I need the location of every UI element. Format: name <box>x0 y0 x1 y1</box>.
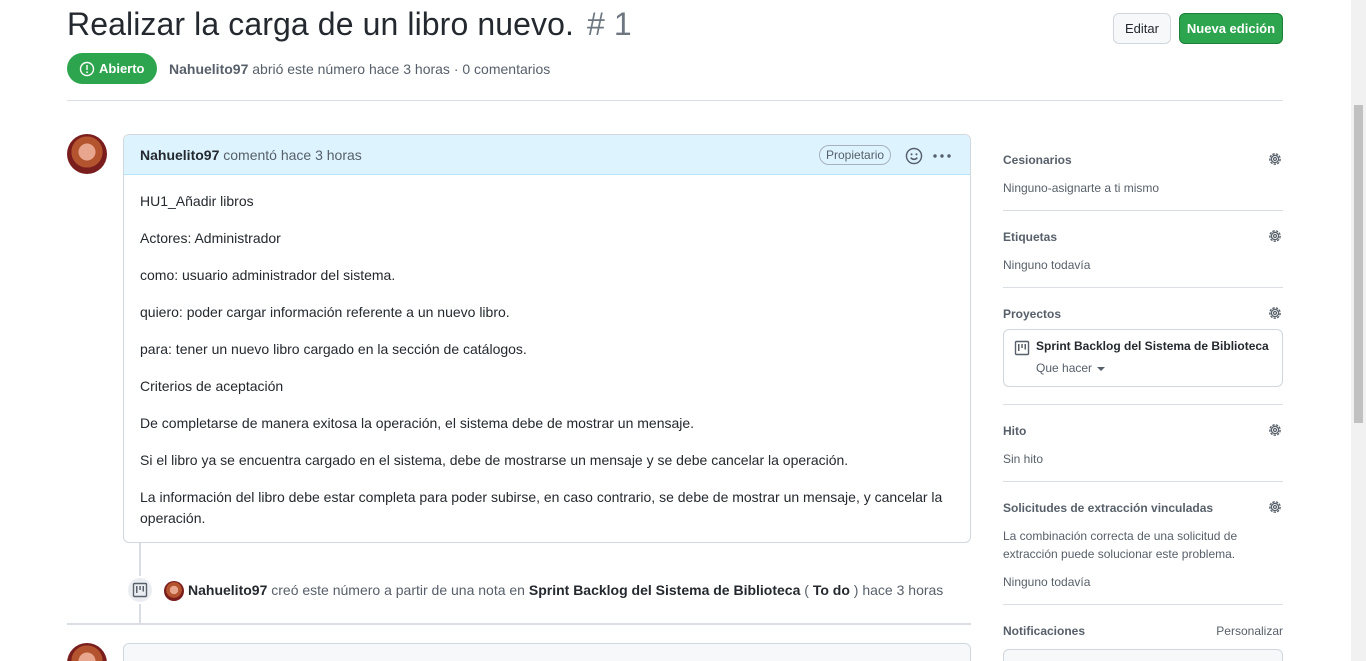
sidebar-labels-title[interactable]: Etiquetas <box>1003 230 1283 244</box>
event-text-before: creó este número a partir de una nota en <box>271 582 525 598</box>
project-icon <box>1014 340 1030 356</box>
sidebar-assignees-value[interactable]: Ninguno-asignarte a ti mismo <box>1003 179 1283 197</box>
project-column-dropdown[interactable]: Que hacer <box>1036 361 1106 375</box>
issue-title-text: Realizar la carga de un libro nuevo. <box>67 6 575 42</box>
gear-icon[interactable] <box>1267 305 1283 321</box>
issue-meta-text: abrió este número hace 3 horas · 0 comen… <box>252 61 551 77</box>
event-column: To do <box>812 582 850 598</box>
comment-meta: Nahuelito97 comentó hace 3 horas <box>140 147 362 163</box>
sidebar-linked-prs-title[interactable]: Solicitudes de extracción vinculadas <box>1003 501 1283 515</box>
sidebar-divider <box>1003 481 1283 482</box>
comment-paragraph: como: usuario administrador del sistema. <box>140 267 396 283</box>
subscribe-button[interactable] <box>1003 649 1283 661</box>
event-author-link[interactable]: Nahuelito97 <box>188 582 267 598</box>
comment-author-link[interactable]: Nahuelito97 <box>140 147 219 163</box>
issue-opened-icon <box>79 61 95 76</box>
project-name-link[interactable]: Sprint Backlog del Sistema de Biblioteca <box>1036 339 1269 353</box>
avatar[interactable] <box>67 134 107 174</box>
timeline-divider <box>67 623 971 625</box>
sidebar-linked-prs-description: La combinación correcta de una solicitud… <box>1003 529 1238 561</box>
comment-box: Nahuelito97 comentó hace 3 horas Propiet… <box>123 134 971 543</box>
status-badge: Abierto <box>67 53 157 84</box>
gear-icon[interactable] <box>1267 151 1283 167</box>
comment-time[interactable]: comentó hace 3 horas <box>223 147 362 163</box>
status-label: Abierto <box>99 61 145 76</box>
sidebar-divider <box>1003 210 1283 211</box>
gear-icon[interactable] <box>1267 422 1283 438</box>
avatar[interactable] <box>164 581 184 601</box>
sidebar-labels-value: Ninguno todavía <box>1003 258 1091 272</box>
sidebar-assignees: Cesionarios Ninguno-asignarte a ti mismo <box>1003 153 1283 197</box>
scrollbar-thumb[interactable] <box>1354 105 1363 423</box>
comment-paragraph: para: tener un nuevo libro cargado en la… <box>140 341 527 357</box>
kebab-horizontal-icon[interactable] <box>932 147 952 165</box>
new-issue-button[interactable]: Nueva edición <box>1179 13 1283 44</box>
sidebar-projects-title[interactable]: Proyectos <box>1003 307 1283 321</box>
gear-icon[interactable] <box>1267 228 1283 244</box>
comment-paragraph: Criterios de aceptación <box>140 378 284 394</box>
comment-paragraph: Actores: Administrador <box>140 230 281 246</box>
sidebar-assignees-title[interactable]: Cesionarios <box>1003 153 1283 167</box>
sidebar-milestone-value: Sin hito <box>1003 452 1044 466</box>
sidebar-notifications: Notificaciones Personalizar <box>1003 624 1283 661</box>
issue-title: Realizar la carga de un libro nuevo. # 1 <box>67 6 632 43</box>
comment-body: HU1_Añadir libros Actores: Administrador… <box>140 191 950 545</box>
header-divider <box>67 100 1283 101</box>
sidebar-linked-prs-value: Ninguno todavía <box>1003 575 1091 589</box>
event-paren-open: ( <box>804 582 809 598</box>
sidebar-linked-prs: Solicitudes de extracción vinculadas La … <box>1003 501 1283 591</box>
new-comment-box[interactable] <box>123 643 971 661</box>
sidebar-milestone-title[interactable]: Hito <box>1003 424 1283 438</box>
sidebar-divider <box>1003 287 1283 288</box>
timeline-event: Nahuelito97 creó este número a partir de… <box>188 582 943 598</box>
sidebar-labels: Etiquetas Ninguno todavía <box>1003 230 1283 274</box>
timeline-badge <box>126 576 154 604</box>
issue-meta: Nahuelito97 abrió este número hace 3 hor… <box>169 61 550 77</box>
issue-author-link[interactable]: Nahuelito97 <box>169 61 248 77</box>
project-column-label: Que hacer <box>1036 361 1093 375</box>
sidebar-divider <box>1003 404 1283 405</box>
sidebar-divider <box>1003 604 1283 605</box>
event-paren-close: ) <box>853 582 859 598</box>
comment-paragraph: HU1_Añadir libros <box>140 193 254 209</box>
edit-button[interactable]: Editar <box>1113 13 1171 44</box>
project-card: Sprint Backlog del Sistema de Biblioteca… <box>1003 329 1283 387</box>
sidebar-milestone: Hito Sin hito <box>1003 424 1283 468</box>
comment-header: Nahuelito97 comentó hace 3 horas Propiet… <box>124 135 970 175</box>
chevron-down-icon <box>1097 366 1106 371</box>
event-time[interactable]: hace 3 horas <box>862 582 943 598</box>
owner-badge: Propietario <box>819 145 892 165</box>
smiley-icon[interactable] <box>905 147 923 165</box>
avatar[interactable] <box>67 643 107 661</box>
gear-icon[interactable] <box>1267 499 1283 515</box>
customize-notifications-link[interactable]: Personalizar <box>1216 624 1283 638</box>
project-icon <box>132 582 148 598</box>
comment-paragraph: Si el libro ya se encuentra cargado en e… <box>140 452 849 468</box>
comment-paragraph: La información del libro debe estar comp… <box>140 489 943 526</box>
issue-number: # 1 <box>587 6 632 42</box>
event-project-link[interactable]: Sprint Backlog del Sistema de Biblioteca <box>529 582 801 598</box>
sidebar-projects: Proyectos <box>1003 307 1283 321</box>
scrollbar[interactable] <box>1351 0 1366 661</box>
comment-paragraph: quiero: poder cargar información referen… <box>140 304 510 320</box>
comment-paragraph: De completarse de manera exitosa la oper… <box>140 415 695 431</box>
